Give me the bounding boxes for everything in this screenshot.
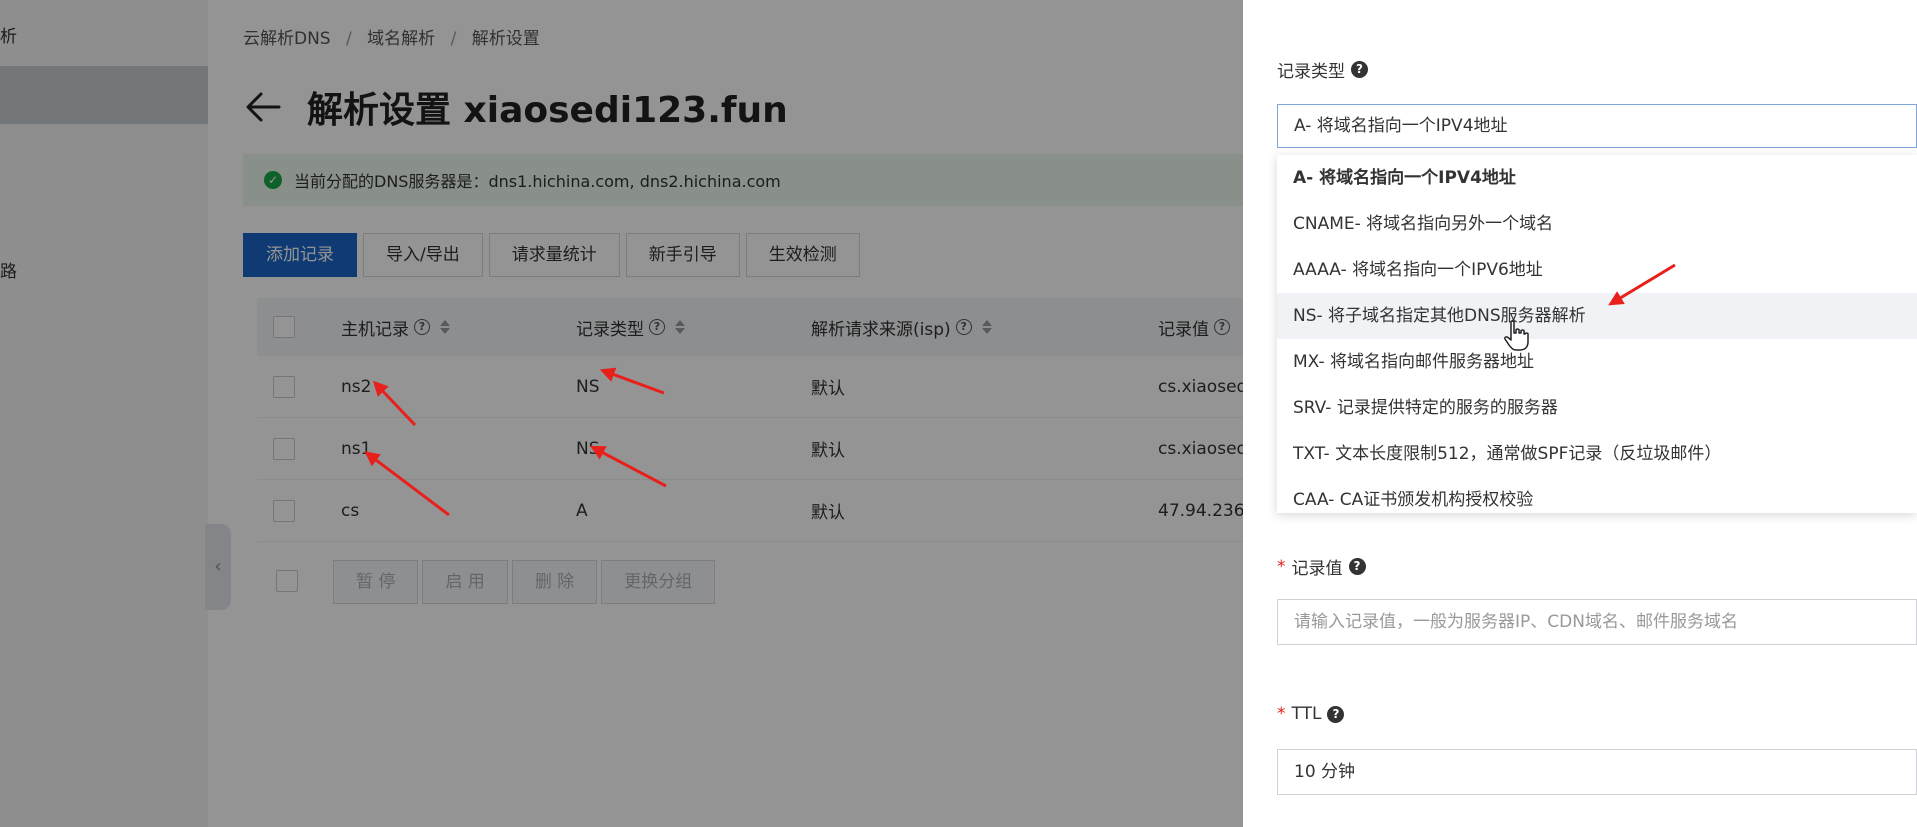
- option-cname[interactable]: CNAME- 将域名指向另外一个域名: [1277, 201, 1917, 247]
- help-icon[interactable]: ?: [1351, 61, 1368, 78]
- option-mx[interactable]: MX- 将域名指向邮件服务器地址: [1277, 339, 1917, 385]
- required-mark: *: [1277, 556, 1286, 577]
- record-type-label: 记录类型 ?: [1277, 57, 1368, 82]
- option-caa[interactable]: CAA- CA证书颁发机构授权校验: [1277, 477, 1917, 513]
- ttl-label-text: TTL: [1291, 704, 1322, 724]
- modal-overlay[interactable]: [0, 0, 1243, 827]
- option-txt[interactable]: TXT- 文本长度限制512，通常做SPF记录（反垃圾邮件）: [1277, 431, 1917, 477]
- record-type-dropdown: A- 将域名指向一个IPV4地址 CNAME- 将域名指向另外一个域名 AAAA…: [1277, 155, 1917, 513]
- hand-cursor-icon: [1504, 320, 1529, 351]
- record-value-label-text: 记录值: [1291, 559, 1343, 579]
- dns-settings-page: 析 路 ‹ 云解析DNS / 域名解析 / 解析设置 解析设置 xiaosedi…: [0, 0, 1243, 827]
- help-icon[interactable]: ?: [1327, 705, 1345, 723]
- required-mark: *: [1277, 704, 1286, 724]
- record-value-input[interactable]: 请输入记录值，一般为服务器IP、CDN域名、邮件服务域名: [1277, 599, 1917, 645]
- record-type-select[interactable]: A- 将域名指向一个IPV4地址: [1277, 104, 1917, 148]
- record-value-label: * 记录值 ?: [1277, 554, 1366, 579]
- help-icon[interactable]: ?: [1348, 558, 1366, 575]
- option-srv[interactable]: SRV- 记录提供特定的服务的服务器: [1277, 385, 1917, 431]
- option-a[interactable]: A- 将域名指向一个IPV4地址: [1277, 155, 1917, 201]
- record-type-label-text: 记录类型: [1277, 62, 1345, 82]
- option-aaaa[interactable]: AAAA- 将域名指向一个IPV6地址: [1277, 247, 1917, 293]
- option-ns[interactable]: NS- 将子域名指定其他DNS服务器解析: [1277, 293, 1917, 339]
- ttl-select[interactable]: 10 分钟: [1277, 749, 1917, 795]
- add-record-drawer: 记录类型 ? A- 将域名指向一个IPV4地址 A- 将域名指向一个IPV4地址…: [1243, 0, 1917, 827]
- ttl-label: * TTL ?: [1277, 704, 1345, 724]
